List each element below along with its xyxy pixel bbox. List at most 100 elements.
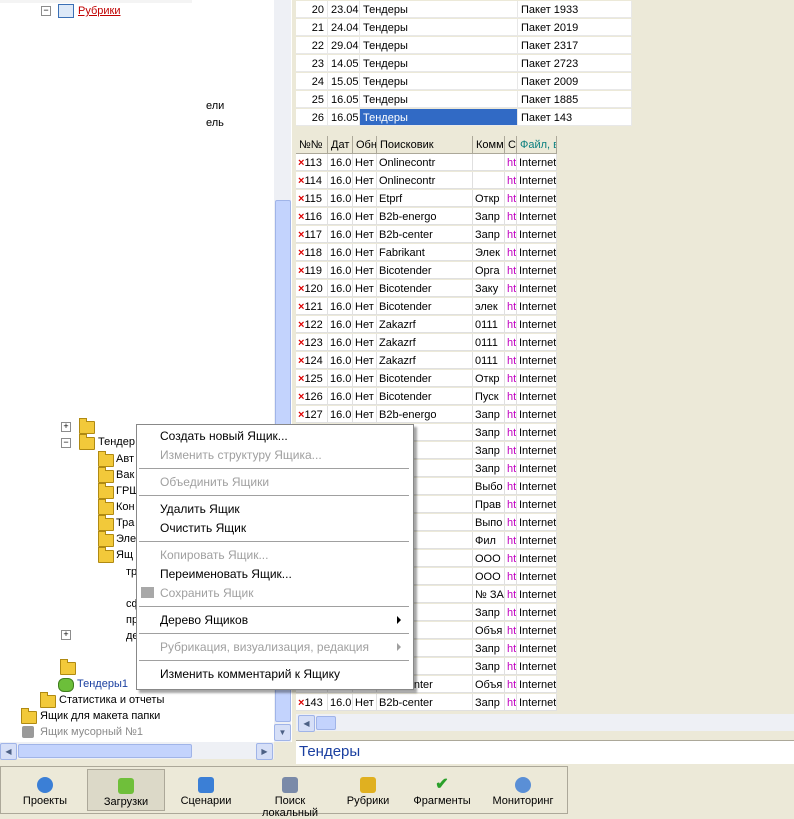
cell-date: 16.05 bbox=[328, 91, 360, 108]
cell-number: ×127 bbox=[296, 406, 328, 423]
cell-c: Элек bbox=[473, 244, 505, 261]
scenarios-icon bbox=[198, 777, 214, 793]
cell-s: B2b-center bbox=[377, 694, 473, 711]
menu-item-merge-boxes[interactable]: Объединить Ящики bbox=[139, 473, 409, 491]
column-header[interactable]: Обн bbox=[353, 136, 377, 154]
fragments-button[interactable]: ✔ Фрагменты bbox=[403, 769, 481, 811]
trash-icon bbox=[22, 726, 34, 738]
tree-hscroll-thumb[interactable] bbox=[18, 744, 192, 758]
submenu-arrow-icon bbox=[397, 616, 401, 624]
scroll-down-button[interactable]: ▼ bbox=[274, 724, 291, 741]
tree-item-selected[interactable]: Тендеры1 bbox=[75, 676, 130, 692]
cell-package: Пакет 1933 bbox=[518, 1, 632, 18]
cell-date: 24.04 bbox=[328, 19, 360, 36]
cell-h: ht bbox=[505, 568, 517, 585]
menu-item-delete-box[interactable]: Удалить Ящик bbox=[139, 500, 409, 518]
cell-d: 16.0 bbox=[328, 172, 353, 189]
cell-o: Нет bbox=[353, 406, 377, 423]
grid-hscroll-thumb[interactable] bbox=[316, 716, 336, 730]
expand-toggle[interactable]: + bbox=[61, 630, 71, 640]
menu-item-save-box[interactable]: Сохранить Ящик bbox=[139, 584, 409, 602]
cell-o: Нет bbox=[353, 280, 377, 297]
menu-item-edit-structure[interactable]: Изменить структуру Ящика... bbox=[139, 446, 409, 464]
menu-separator bbox=[139, 633, 409, 634]
tree-item-stats[interactable]: Статистика и отчеты bbox=[59, 692, 164, 708]
cell-name: Тендеры bbox=[360, 91, 518, 108]
projects-icon bbox=[37, 777, 53, 793]
tree-item-child[interactable]: Ящ bbox=[116, 547, 133, 563]
cell-number: ×114 bbox=[296, 172, 328, 189]
scroll-left-button[interactable]: ◀ bbox=[298, 715, 315, 732]
menu-item-edit-comment[interactable]: Изменить комментарий к Ящику bbox=[139, 665, 409, 683]
cell-c: ООО bbox=[473, 550, 505, 567]
menu-item-label: Дерево Ящиков bbox=[160, 613, 249, 627]
cell-f: Internet bbox=[517, 316, 557, 333]
menu-item-create-box[interactable]: Создать новый Ящик... bbox=[139, 427, 409, 445]
cell-h: ht bbox=[505, 154, 517, 171]
tree-item-child[interactable]: Авт bbox=[116, 451, 134, 467]
cell-date: 23.04 bbox=[328, 1, 360, 18]
cell-o: Нет bbox=[353, 226, 377, 243]
rubrics-button[interactable]: Рубрики bbox=[335, 769, 401, 811]
monitoring-button[interactable]: Мониторинг bbox=[483, 769, 563, 811]
folder-icon bbox=[98, 451, 114, 467]
cell-h: ht bbox=[505, 514, 517, 531]
tree-item-child[interactable]: Тра bbox=[116, 515, 134, 531]
tenders-box-icon bbox=[58, 678, 74, 692]
row-number: 115 bbox=[304, 193, 322, 205]
expand-toggle[interactable]: + bbox=[61, 422, 71, 432]
menu-item-clear-box[interactable]: Очистить Ящик bbox=[139, 519, 409, 537]
tree-item-rubriki[interactable]: Рубрики bbox=[78, 3, 120, 19]
cell-s: Zakazrf bbox=[377, 352, 473, 369]
cell-c: Запр bbox=[473, 406, 505, 423]
menu-item-box-tree[interactable]: Дерево Ящиков bbox=[139, 611, 409, 629]
cell-c: Запр bbox=[473, 694, 505, 711]
cell-s: Zakazrf bbox=[377, 334, 473, 351]
cell-h: ht bbox=[505, 262, 517, 279]
row-number: 123 bbox=[304, 337, 323, 349]
tree-item-child[interactable]: Кон bbox=[116, 499, 135, 515]
cell-package: Пакет 2009 bbox=[518, 73, 632, 90]
cell-f: Internet bbox=[517, 370, 557, 387]
projects-button[interactable]: Проекты bbox=[5, 769, 85, 811]
tree-item-tendery[interactable]: Тендер bbox=[98, 434, 135, 450]
column-header[interactable]: Файл, в bbox=[517, 136, 557, 154]
column-header[interactable]: Поисковик bbox=[377, 136, 473, 154]
downloads-button[interactable]: Загрузки bbox=[87, 769, 165, 811]
scroll-right-button[interactable]: ▶ bbox=[256, 743, 273, 760]
column-header[interactable]: Дат bbox=[328, 136, 353, 154]
packages-table[interactable]: 20 23.04 Тендеры Пакет 1933 21 24.04 Тен… bbox=[296, 0, 794, 130]
column-header[interactable]: Комм bbox=[473, 136, 505, 154]
collapse-toggle[interactable]: − bbox=[61, 438, 71, 448]
collapse-toggle[interactable]: − bbox=[41, 6, 51, 16]
cell-f: Internet bbox=[517, 604, 557, 621]
row-number: 117 bbox=[304, 229, 322, 241]
cell-s: Bicotender bbox=[377, 370, 473, 387]
cell-h: ht bbox=[505, 460, 517, 477]
cell-o: Нет bbox=[353, 172, 377, 189]
cell-f: Internet bbox=[517, 424, 557, 441]
tree-item-template[interactable]: Ящик для макета папки bbox=[40, 708, 160, 724]
menu-item-rename-box[interactable]: Переименовать Ящик... bbox=[139, 565, 409, 583]
grid-hscrollbar[interactable] bbox=[296, 714, 794, 731]
cell-number: ×121 bbox=[296, 298, 328, 315]
menu-item-rubrication[interactable]: Рубрикация, визуализация, редакция bbox=[139, 638, 409, 656]
tree-item-trash[interactable]: Ящик мусорный №1 bbox=[40, 724, 143, 740]
cell-name: Тендеры bbox=[360, 109, 518, 126]
local-search-button[interactable]: Поиск локальный bbox=[247, 769, 333, 819]
column-header[interactable]: №№ bbox=[296, 136, 328, 154]
cell-package: Пакет 2723 bbox=[518, 55, 632, 72]
cell-f: Internet bbox=[517, 298, 557, 315]
menu-item-copy-box[interactable]: Копировать Ящик... bbox=[139, 546, 409, 564]
tree-item-child[interactable]: Эле bbox=[116, 531, 136, 547]
column-header[interactable]: С bbox=[505, 136, 517, 154]
cell-h: ht bbox=[505, 532, 517, 549]
menu-separator bbox=[139, 660, 409, 661]
cell-f: Internet bbox=[517, 280, 557, 297]
cell-s: Bicotender bbox=[377, 262, 473, 279]
cell-h: ht bbox=[505, 280, 517, 297]
tree-item-child[interactable]: Вак bbox=[116, 467, 134, 483]
cell-c: Пуск bbox=[473, 388, 505, 405]
scroll-left-button[interactable]: ◀ bbox=[0, 743, 17, 760]
scenarios-button[interactable]: Сценарии bbox=[167, 769, 245, 811]
